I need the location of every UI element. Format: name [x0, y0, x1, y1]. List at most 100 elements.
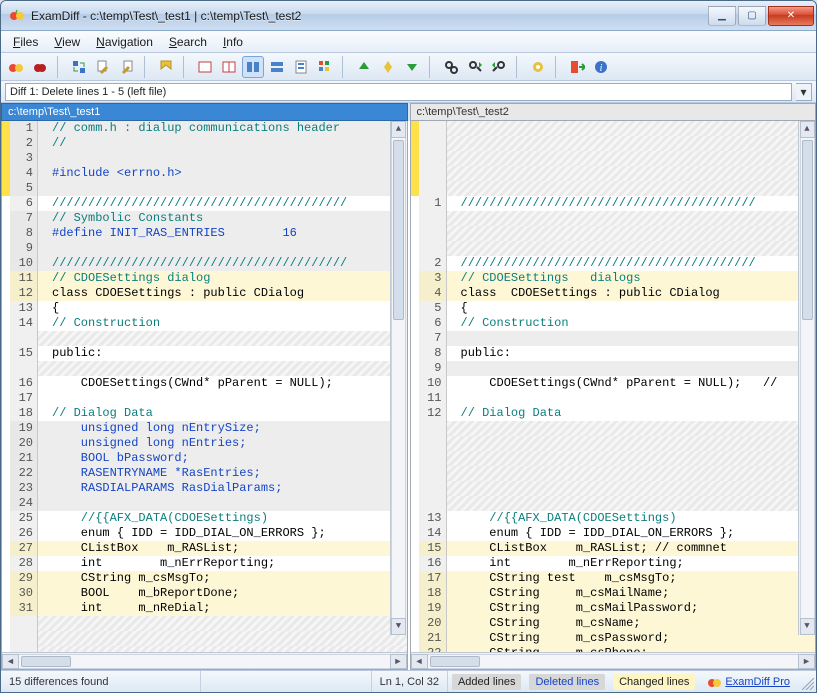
code-line[interactable]: 31 int m_nReDial;: [2, 601, 407, 616]
code-line[interactable]: [411, 121, 816, 136]
right-vertical-scrollbar[interactable]: ▲ ▼: [798, 121, 815, 635]
menu-search[interactable]: Search: [161, 33, 215, 51]
close-button[interactable]: ✕: [768, 6, 814, 26]
left-pane-path[interactable]: c:\temp\Test\_test1: [1, 103, 408, 121]
maximize-button[interactable]: ▢: [738, 6, 766, 26]
code-line[interactable]: [2, 361, 407, 376]
code-line[interactable]: 7// Symbolic Constants: [2, 211, 407, 226]
scroll-left-icon[interactable]: ◄: [2, 654, 19, 669]
left-horizontal-scrollbar[interactable]: ◄ ►: [2, 652, 407, 669]
code-line[interactable]: 4#include <errno.h>: [2, 166, 407, 181]
code-line[interactable]: [411, 241, 816, 256]
toolbar-pane-two-icon[interactable]: [218, 56, 240, 78]
scroll-down-icon[interactable]: ▼: [391, 618, 406, 635]
toolbar-nav-down-icon[interactable]: [401, 56, 423, 78]
code-line[interactable]: 20 CString m_csName;: [411, 616, 816, 631]
toolbar-pane-single-icon[interactable]: [194, 56, 216, 78]
code-line[interactable]: 27 CListBox m_RASList;: [2, 541, 407, 556]
code-line[interactable]: [411, 211, 816, 226]
code-line[interactable]: 24: [2, 496, 407, 511]
menu-view[interactable]: View: [46, 33, 88, 51]
code-line[interactable]: 22 RASENTRYNAME *RasEntries;: [2, 466, 407, 481]
code-line[interactable]: 1///////////////////////////////////////…: [411, 196, 816, 211]
code-line[interactable]: 9: [411, 361, 816, 376]
code-line[interactable]: [411, 226, 816, 241]
scroll-up-icon[interactable]: ▲: [391, 121, 406, 138]
examdiff-pro-link[interactable]: ExamDiff Pro: [699, 675, 798, 689]
code-line[interactable]: 12class CDOESettings : public CDialog: [2, 286, 407, 301]
code-line[interactable]: 30 BOOL m_bReportDone;: [2, 586, 407, 601]
code-line[interactable]: [411, 496, 816, 511]
code-line[interactable]: [411, 421, 816, 436]
code-line[interactable]: 21 BOOL bPassword;: [2, 451, 407, 466]
code-line[interactable]: 17: [2, 391, 407, 406]
code-line[interactable]: 3// CDOESettings dialogs: [411, 271, 816, 286]
code-line[interactable]: 9: [2, 241, 407, 256]
code-line[interactable]: [2, 616, 407, 631]
scroll-left-icon[interactable]: ◄: [411, 654, 428, 669]
toolbar-edit-right-icon[interactable]: [116, 56, 138, 78]
toolbar-split-vertical-icon[interactable]: [242, 56, 264, 78]
toolbar-options-icon[interactable]: [527, 56, 549, 78]
menu-files[interactable]: Files: [5, 33, 46, 51]
code-line[interactable]: 3: [2, 151, 407, 166]
code-line[interactable]: 8public:: [411, 346, 816, 361]
code-line[interactable]: 2//: [2, 136, 407, 151]
toolbar-edit-left-icon[interactable]: [92, 56, 114, 78]
scroll-right-icon[interactable]: ►: [798, 654, 815, 669]
right-pane-path[interactable]: c:\temp\Test\_test2: [410, 103, 817, 121]
diff-selector-dropdown-icon[interactable]: ▾: [796, 83, 812, 101]
code-line[interactable]: 18 CString m_csMailName;: [411, 586, 816, 601]
toolbar-find-prev-icon[interactable]: [488, 56, 510, 78]
toolbar-save-icon[interactable]: [155, 56, 177, 78]
toolbar-compare-icon[interactable]: [5, 56, 27, 78]
scroll-up-icon[interactable]: ▲: [800, 121, 815, 138]
code-line[interactable]: [411, 436, 816, 451]
code-line[interactable]: 13 //{{AFX_DATA(CDOESettings): [411, 511, 816, 526]
toolbar-diff-map-icon[interactable]: [290, 56, 312, 78]
code-line[interactable]: 28 int m_nErrReporting;: [2, 556, 407, 571]
menu-navigation[interactable]: Navigation: [88, 33, 161, 51]
toolbar-recompare-icon[interactable]: [29, 56, 51, 78]
code-line[interactable]: 10//////////////////////////////////////…: [2, 256, 407, 271]
code-line[interactable]: 16 CDOESettings(CWnd* pParent = NULL);: [2, 376, 407, 391]
scroll-down-icon[interactable]: ▼: [800, 618, 815, 635]
code-line[interactable]: [2, 331, 407, 346]
code-line[interactable]: 8#define INIT_RAS_ENTRIES 16: [2, 226, 407, 241]
code-line[interactable]: 5: [2, 181, 407, 196]
toolbar-split-horizontal-icon[interactable]: [266, 56, 288, 78]
toolbar-swap-icon[interactable]: [68, 56, 90, 78]
toolbar-info-icon[interactable]: i: [590, 56, 612, 78]
code-line[interactable]: [411, 151, 816, 166]
toolbar-find-icon[interactable]: [440, 56, 462, 78]
code-line[interactable]: 10 CDOESettings(CWnd* pParent = NULL); /…: [411, 376, 816, 391]
code-line[interactable]: 11// CDOESettings dialog: [2, 271, 407, 286]
code-line[interactable]: 7: [411, 331, 816, 346]
code-line[interactable]: 22 CString m_csPhone;: [411, 646, 816, 652]
code-line[interactable]: 14 enum { IDD = IDD_DIAL_ON_ERRORS };: [411, 526, 816, 541]
code-line[interactable]: 4class CDOESettings : public CDialog: [411, 286, 816, 301]
code-line[interactable]: 13{: [2, 301, 407, 316]
code-line[interactable]: 29 CString m_csMsgTo;: [2, 571, 407, 586]
code-line[interactable]: 6///////////////////////////////////////…: [2, 196, 407, 211]
toolbar-nav-current-icon[interactable]: [377, 56, 399, 78]
code-line[interactable]: [411, 181, 816, 196]
left-code-area[interactable]: 1// comm.h : dialup communications heade…: [2, 121, 407, 652]
code-line[interactable]: 2///////////////////////////////////////…: [411, 256, 816, 271]
code-line[interactable]: [411, 136, 816, 151]
toolbar-nav-up-icon[interactable]: [353, 56, 375, 78]
code-line[interactable]: 14// Construction: [2, 316, 407, 331]
left-vertical-scrollbar[interactable]: ▲ ▼: [390, 121, 407, 635]
code-line[interactable]: 15public:: [2, 346, 407, 361]
code-line[interactable]: 1// comm.h : dialup communications heade…: [2, 121, 407, 136]
code-line[interactable]: [2, 631, 407, 646]
code-line[interactable]: [411, 466, 816, 481]
code-line[interactable]: 18// Dialog Data: [2, 406, 407, 421]
resize-grip[interactable]: [798, 671, 816, 692]
code-line[interactable]: 5{: [411, 301, 816, 316]
code-line[interactable]: [2, 646, 407, 652]
code-line[interactable]: 26 enum { IDD = IDD_DIAL_ON_ERRORS };: [2, 526, 407, 541]
code-line[interactable]: 15 CListBox m_RASList; // commnet: [411, 541, 816, 556]
code-line[interactable]: 23 RASDIALPARAMS RasDialParams;: [2, 481, 407, 496]
code-line[interactable]: 20 unsigned long nEntries;: [2, 436, 407, 451]
